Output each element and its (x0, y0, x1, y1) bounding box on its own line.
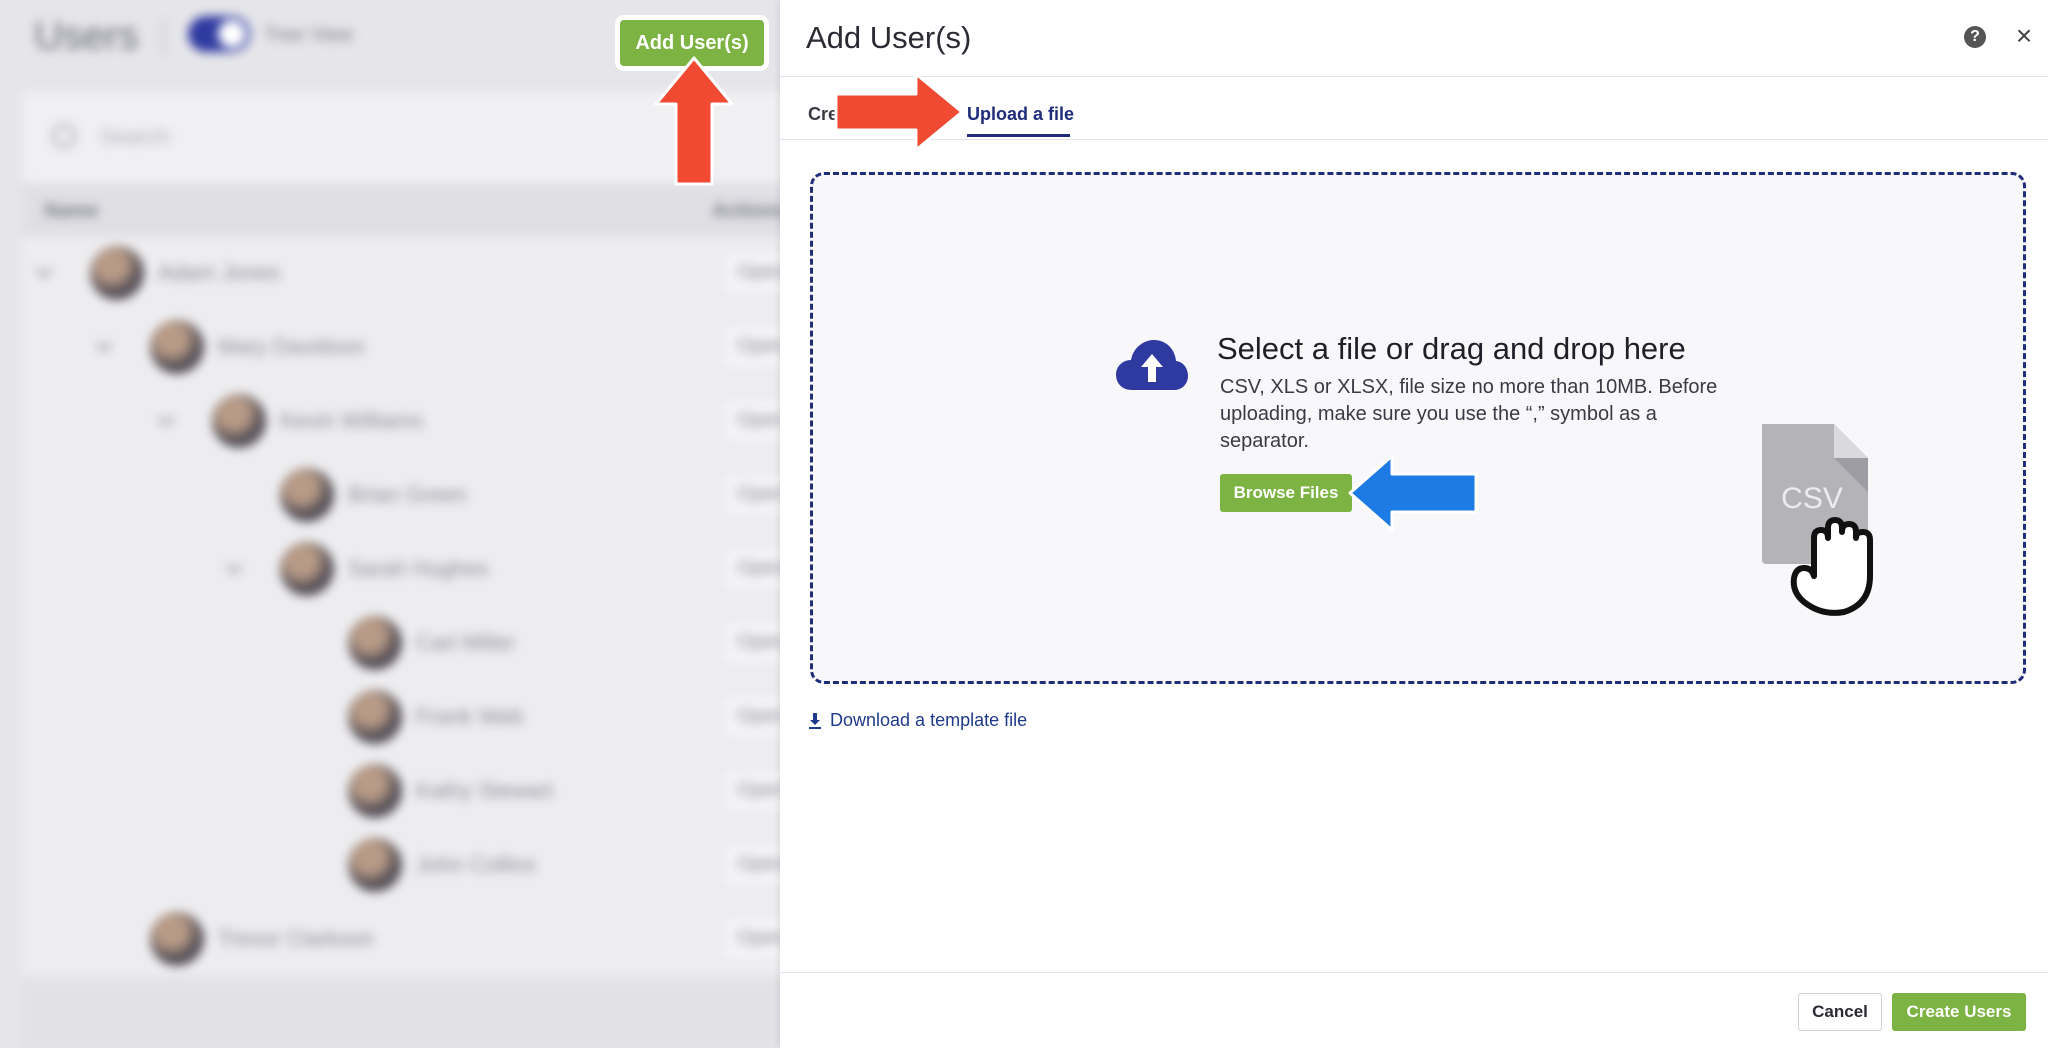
row-action-button[interactable]: Open (722, 546, 780, 592)
arrow-right-annotation-icon (834, 72, 964, 152)
column-header-name: Name (44, 200, 99, 222)
table-row[interactable]: Sarah Hughes Open (22, 532, 780, 606)
row-action-button[interactable]: Open (722, 398, 780, 444)
chevron-down-icon[interactable] (225, 557, 243, 575)
user-name: Sarah Hughes (348, 556, 489, 581)
table-header: Name Actions (22, 186, 780, 236)
row-action-button[interactable]: Open (722, 620, 780, 666)
user-name: Mary Davidson (218, 334, 365, 359)
avatar (348, 616, 402, 670)
panel-header: Add User(s) ? × (780, 0, 2048, 77)
table-row[interactable]: Frank Web Open (22, 680, 780, 754)
avatar (348, 838, 402, 892)
header-divider (162, 20, 164, 54)
avatar (90, 246, 144, 300)
avatar (150, 320, 204, 374)
avatar (280, 468, 334, 522)
table-row[interactable]: Mary Davidson Open (22, 310, 780, 384)
search-icon (52, 124, 76, 148)
close-icon[interactable]: × (2010, 22, 2038, 50)
screen: Users Tree View Search Name Actions Adam… (0, 0, 2048, 1048)
table-row[interactable]: John Collins Open (22, 828, 780, 902)
avatar (348, 764, 402, 818)
user-name: Trevor Clarkson (218, 926, 374, 951)
panel-title: Add User(s) (806, 20, 972, 55)
arrow-up-annotation-icon (654, 56, 734, 186)
row-action-button[interactable]: Open (722, 768, 780, 814)
active-tab-indicator (967, 134, 1070, 137)
user-name: Adam Jones (158, 260, 281, 285)
column-header-actions: Actions (712, 200, 780, 222)
download-icon[interactable] (808, 712, 822, 730)
csv-label: CSV (1781, 482, 1843, 515)
panel-tabs: Create Upload a file (780, 78, 2048, 140)
row-action-button[interactable]: Open (722, 842, 780, 888)
row-action-button[interactable]: Open (722, 472, 780, 518)
row-action-button[interactable]: Open (722, 324, 780, 370)
user-name: Kevin Williams (280, 408, 424, 433)
row-action-button[interactable]: Open (722, 694, 780, 740)
user-name: Frank Web (416, 704, 524, 729)
browse-files-button[interactable]: Browse Files (1220, 474, 1352, 512)
cancel-button[interactable]: Cancel (1798, 993, 1882, 1031)
avatar (150, 912, 204, 966)
user-name: Carl Miller (416, 630, 515, 655)
row-action-button[interactable]: Open (722, 250, 780, 296)
user-name: John Collins (416, 852, 536, 877)
question-circle-icon[interactable]: ? (1964, 26, 1986, 48)
avatar (212, 394, 266, 448)
user-name: Kathy Stewart (416, 778, 553, 803)
cloud-upload-icon (1116, 340, 1188, 390)
table-row[interactable]: Carl Miller Open (22, 606, 780, 680)
chevron-down-icon[interactable] (35, 261, 53, 279)
table-row[interactable]: Brian Green Open (22, 458, 780, 532)
dropzone-description: CSV, XLS or XLSX, file size no more than… (1220, 376, 1718, 452)
create-users-button[interactable]: Create Users (1892, 993, 2026, 1031)
dropzone-title: Select a file or drag and drop here (1217, 331, 1686, 366)
tab-upload-file[interactable]: Upload a file (967, 104, 1074, 125)
table-row[interactable]: Kevin Williams Open (22, 384, 780, 458)
page-title: Users (34, 14, 139, 58)
table-row[interactable]: Trevor Clarkson Open (22, 902, 780, 976)
avatar (280, 542, 334, 596)
users-table: Name Actions Adam Jones Open Mary Davids… (22, 186, 780, 976)
row-action-button[interactable]: Open (722, 916, 780, 962)
csv-file-drag-illustration: CSV (1762, 424, 1873, 616)
tree-view-label: Tree View (264, 24, 353, 46)
chevron-down-icon[interactable] (157, 409, 175, 427)
table-row[interactable]: Adam Jones Open (22, 236, 780, 310)
table-row[interactable]: Kathy Stewart Open (22, 754, 780, 828)
tree-view-toggle[interactable] (188, 16, 250, 52)
chevron-down-icon[interactable] (95, 335, 113, 353)
table-footer (22, 978, 780, 1048)
avatar (348, 690, 402, 744)
user-name: Brian Green (348, 482, 467, 507)
download-template-link[interactable]: Download a template file (830, 710, 1027, 731)
arrow-left-annotation-icon (1348, 454, 1478, 532)
search-input[interactable]: Search (100, 124, 170, 150)
